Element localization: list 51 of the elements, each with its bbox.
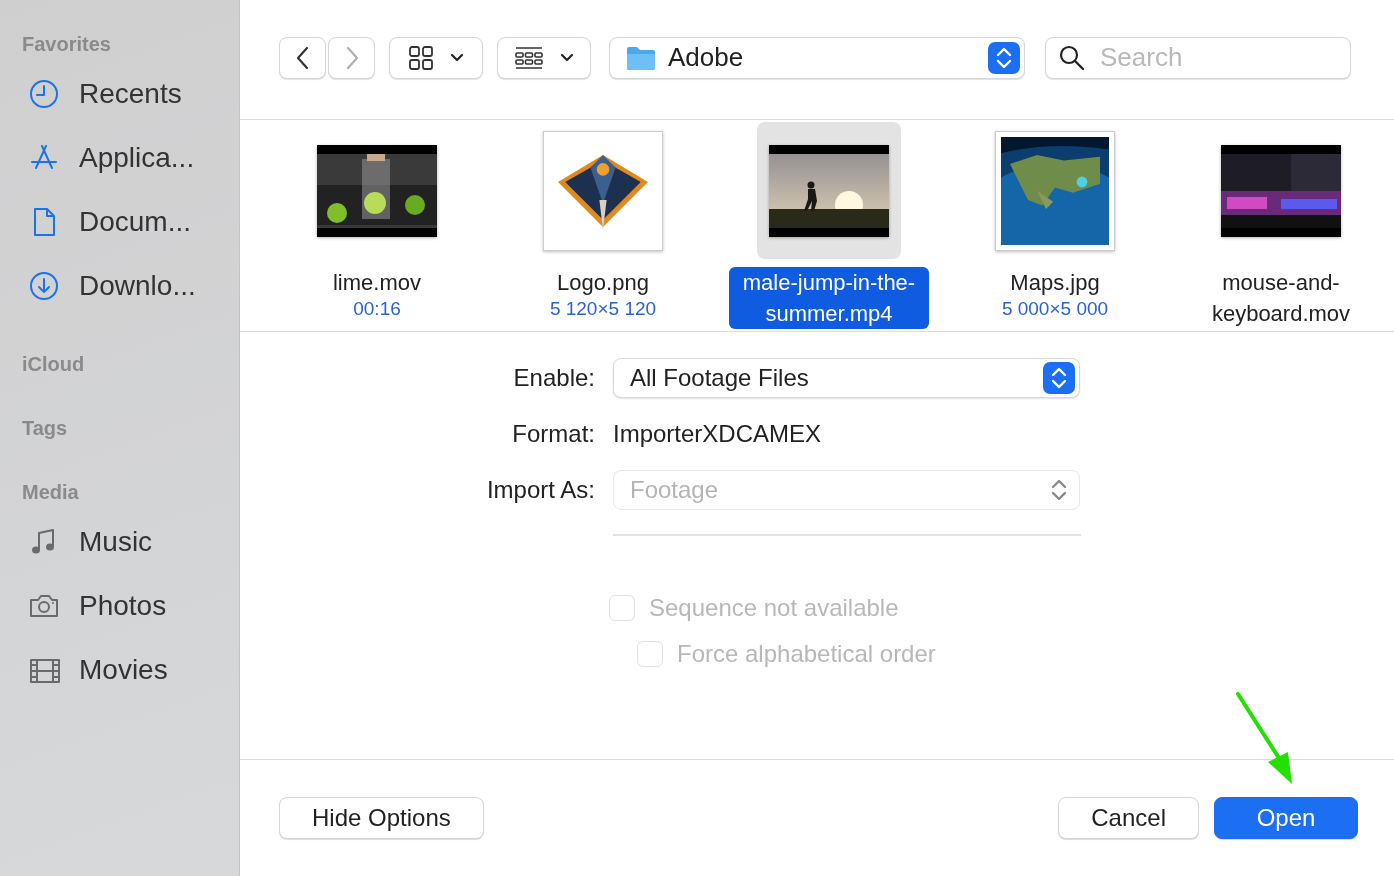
field-value: ImporterXDCAMEX [613, 419, 823, 449]
caret-icon [560, 53, 574, 62]
view-mode-button[interactable] [389, 36, 483, 79]
grid-icon [408, 44, 434, 71]
file-name[interactable]: Logo.png [549, 267, 657, 298]
sidebar-item[interactable]: Downlo... [0, 254, 239, 318]
gallery-icon [514, 44, 544, 71]
image-thumbnail[interactable] [995, 130, 1115, 251]
stepper-icon [1043, 362, 1075, 394]
default-button[interactable]: Open [1214, 797, 1358, 839]
back-chevron-icon [295, 45, 310, 70]
folder-icon [626, 44, 656, 71]
sidebar-item[interactable]: Music [0, 510, 239, 574]
field-label: Import As: [485, 476, 595, 504]
sidebar-item[interactable]: Photos [0, 574, 239, 638]
field-label: Format: [511, 420, 595, 448]
sidebar-item[interactable]: Movies [0, 638, 239, 702]
popup-menu[interactable]: All Footage Files [613, 358, 1080, 398]
section-heading: Tags [22, 416, 69, 440]
group-button[interactable] [497, 36, 591, 79]
video-thumbnail[interactable] [1221, 144, 1341, 237]
caret-icon [450, 53, 464, 62]
push-button[interactable]: Hide Options [279, 797, 484, 839]
image-thumbnail[interactable] [543, 130, 663, 251]
video-thumbnail[interactable] [769, 144, 889, 237]
stepper-icon [988, 41, 1020, 74]
file-name[interactable]: male-jump-in-the-summer.mp4 [729, 267, 929, 329]
section-heading: iCloud [22, 352, 86, 376]
forward-chevron-icon [344, 45, 359, 70]
push-button[interactable]: Cancel [1058, 797, 1199, 839]
file-info: 5 120×5 120 [549, 298, 657, 320]
video-thumbnail[interactable] [317, 144, 437, 237]
section-heading: Favorites [22, 32, 112, 56]
checkbox-label: Force alphabetical order [677, 640, 936, 668]
back-button[interactable] [279, 36, 326, 79]
file-info: 5 000×5 000 [1001, 298, 1109, 320]
sidebar-item[interactable]: Docum... [0, 190, 239, 254]
field-label: Enable: [512, 364, 595, 392]
sidebar-item[interactable]: Applica... [0, 126, 239, 190]
search-field[interactable]: Search [1045, 36, 1351, 79]
section-heading: Media [22, 480, 80, 504]
file-name[interactable]: lime.mov [325, 267, 429, 298]
search-icon [1059, 44, 1085, 71]
download-icon [29, 271, 61, 301]
sidebar-item[interactable]: Recents [0, 62, 239, 126]
file-name[interactable]: mouse-and-keyboard.mov [1181, 267, 1381, 329]
file-info: 00:16 [353, 298, 401, 320]
location-popup[interactable]: Adobe [609, 36, 1025, 79]
checkbox-label: Sequence not available [649, 594, 899, 622]
file-name[interactable]: Maps.jpg [1002, 267, 1108, 298]
clock-icon [29, 79, 61, 109]
